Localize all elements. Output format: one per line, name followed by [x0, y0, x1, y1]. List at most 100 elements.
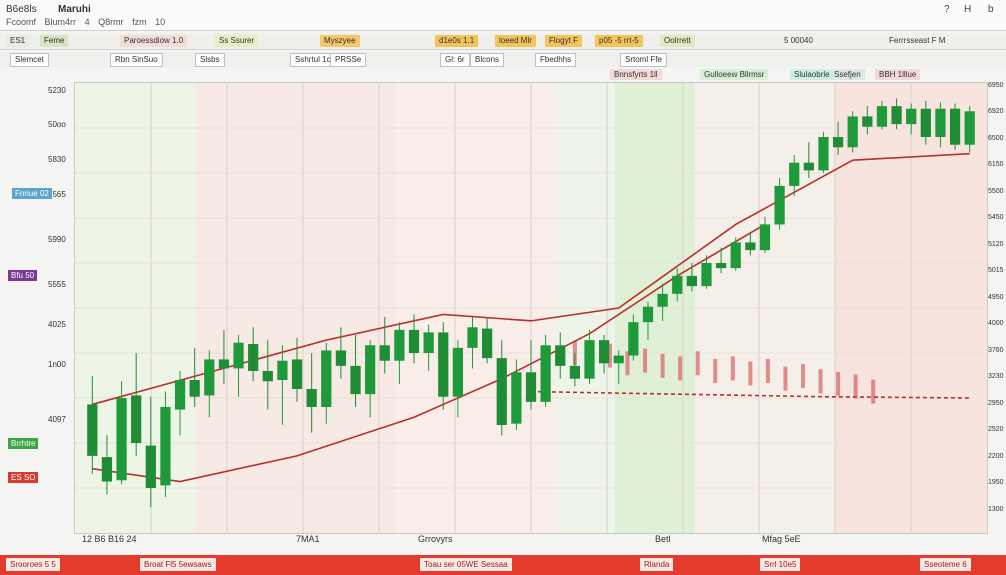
- toolbar-button[interactable]: p05 -5 rrt-5: [595, 35, 643, 47]
- candle-body: [891, 106, 902, 125]
- right-price-axis: 6950 6920 6500 6150 5500 5450 5120 5015 4950 4000…: [986, 70, 1006, 540]
- red-volume-bar: [783, 366, 788, 391]
- candle-body: [715, 263, 727, 269]
- toolbar-button[interactable]: d1e0s 1.1: [435, 35, 479, 47]
- candle-body: [657, 293, 668, 307]
- status-item: Broat Fl5 5ewsaws: [140, 558, 216, 571]
- red-volume-bar: [853, 374, 858, 399]
- title-bar: B6e8ls Maruhi Fcoomf Blum4rr 4 Q8rmr fzm…: [0, 0, 1006, 31]
- status-item: Srooroes 5 5: [6, 558, 60, 571]
- candlestick-chart[interactable]: [75, 83, 987, 533]
- toolbar-button[interactable]: Ferrrsseast F M: [885, 35, 950, 47]
- candle-body: [642, 306, 654, 323]
- right-axis-label: 6920: [988, 108, 1004, 116]
- menu-item-view[interactable]: Blum4rr: [45, 17, 77, 27]
- right-axis-label: 1300: [988, 505, 1004, 513]
- right-axis-label: 1950: [988, 479, 1004, 487]
- menu-bar: Fcoomf Blum4rr 4 Q8rmr fzm 10: [0, 17, 320, 29]
- maximize-button[interactable]: H: [964, 4, 971, 15]
- candle-body: [394, 329, 405, 361]
- tab-1[interactable]: Rbn SinSuo: [110, 53, 163, 67]
- tab-0[interactable]: Slemcet: [10, 53, 49, 67]
- red-volume-bar: [713, 359, 718, 383]
- candle-body: [87, 404, 98, 456]
- red-volume-bar: [748, 361, 753, 386]
- left-axis-label: 5830: [48, 155, 66, 164]
- toolbar-button[interactable]: loeed Mlr: [495, 35, 536, 47]
- candle-body: [935, 108, 946, 137]
- signal-chip[interactable]: Ssefjen: [830, 69, 865, 80]
- signal-chip[interactable]: Bnnsfyrts 1ll: [610, 69, 662, 80]
- toolbar-button[interactable]: Flogyt F: [545, 35, 582, 47]
- status-item: Sseoteme 6: [920, 558, 971, 571]
- menu-item-tools[interactable]: Q8rmr: [98, 17, 124, 27]
- red-volume-bar: [643, 348, 648, 373]
- menu-item-insert[interactable]: 4: [85, 17, 90, 27]
- help-button[interactable]: ?: [944, 4, 950, 15]
- left-axis-label: 5555: [48, 280, 66, 289]
- right-axis-label: 2200: [988, 452, 1004, 460]
- signal-chip[interactable]: Slulaobrle: [790, 69, 834, 80]
- candle-body: [701, 263, 712, 287]
- tab-6[interactable]: Blcons: [470, 53, 505, 67]
- price-tag: Fnnue 02: [12, 188, 52, 199]
- menu-item-window[interactable]: fzm: [132, 17, 147, 27]
- candle-body: [116, 398, 127, 481]
- red-volume-bar: [695, 351, 700, 376]
- candle-body: [467, 327, 478, 348]
- status-item: Srrl 10e5: [760, 558, 801, 571]
- tab-4[interactable]: PRSSe: [330, 53, 367, 67]
- candle-body: [496, 358, 507, 425]
- candle-body: [920, 108, 931, 137]
- red-volume-bar: [818, 369, 823, 394]
- candle-body: [862, 116, 873, 127]
- tab-5[interactable]: Gl: 6r: [440, 53, 470, 67]
- candle-body: [789, 162, 800, 186]
- candle-body: [233, 342, 244, 369]
- tab-7[interactable]: Fbedhhs: [535, 53, 577, 67]
- toolbar-button[interactable]: Paroessdiow 1.0: [120, 35, 188, 47]
- tab-2[interactable]: Slsbs: [195, 53, 225, 67]
- candle-body: [204, 359, 215, 396]
- candle-body: [511, 372, 522, 424]
- toolbar-button[interactable]: ES1: [6, 35, 30, 47]
- menu-item-file[interactable]: Fcoomf: [6, 17, 36, 27]
- toolbar-button[interactable]: Oolrrett: [660, 35, 695, 47]
- candle-body: [452, 347, 464, 397]
- red-volume-bar: [660, 353, 665, 378]
- price-tag: Brrhtre: [8, 438, 39, 449]
- right-axis-label: 5015: [988, 267, 1004, 275]
- candle-body: [540, 345, 551, 402]
- time-axis-label: 12 B6 B16 24: [82, 534, 137, 544]
- candle-body: [949, 108, 961, 145]
- signal-chip[interactable]: Gulloeew Bllrmsr: [700, 69, 769, 80]
- close-button[interactable]: b: [988, 4, 994, 15]
- candle-body: [248, 344, 259, 371]
- candle-body: [613, 355, 624, 364]
- time-axis-label: 7MA1: [296, 534, 320, 544]
- candle-body: [774, 185, 785, 225]
- price-chart[interactable]: [74, 82, 988, 534]
- candle-body: [584, 340, 595, 379]
- menu-item-help[interactable]: 10: [155, 17, 165, 27]
- red-volume-bar: [800, 364, 805, 389]
- candle-body: [876, 106, 888, 127]
- candle-body: [818, 137, 829, 171]
- toolbar-button[interactable]: 5 00040: [780, 35, 817, 47]
- candle-body: [365, 345, 376, 395]
- time-axis-label: Mfag 5eE: [762, 534, 801, 544]
- right-axis-label: 6950: [988, 82, 1004, 89]
- toolbar-button[interactable]: Feme: [40, 35, 69, 47]
- signal-chip[interactable]: BBH 1lllue: [875, 69, 921, 80]
- toolbar-button[interactable]: Myszyee: [320, 35, 360, 47]
- toolbar-button[interactable]: Ss Ssurer: [215, 35, 259, 47]
- price-tag: ES SO: [8, 472, 39, 483]
- candle-body: [101, 457, 113, 482]
- app-code: B6e8ls: [6, 4, 37, 15]
- candle-body: [438, 332, 449, 397]
- candle-body: [350, 365, 361, 395]
- right-axis-label: 6150: [988, 161, 1004, 169]
- candle-body: [964, 111, 975, 145]
- tab-8[interactable]: Srtoml Ffe: [620, 53, 667, 67]
- candle-body: [672, 275, 683, 294]
